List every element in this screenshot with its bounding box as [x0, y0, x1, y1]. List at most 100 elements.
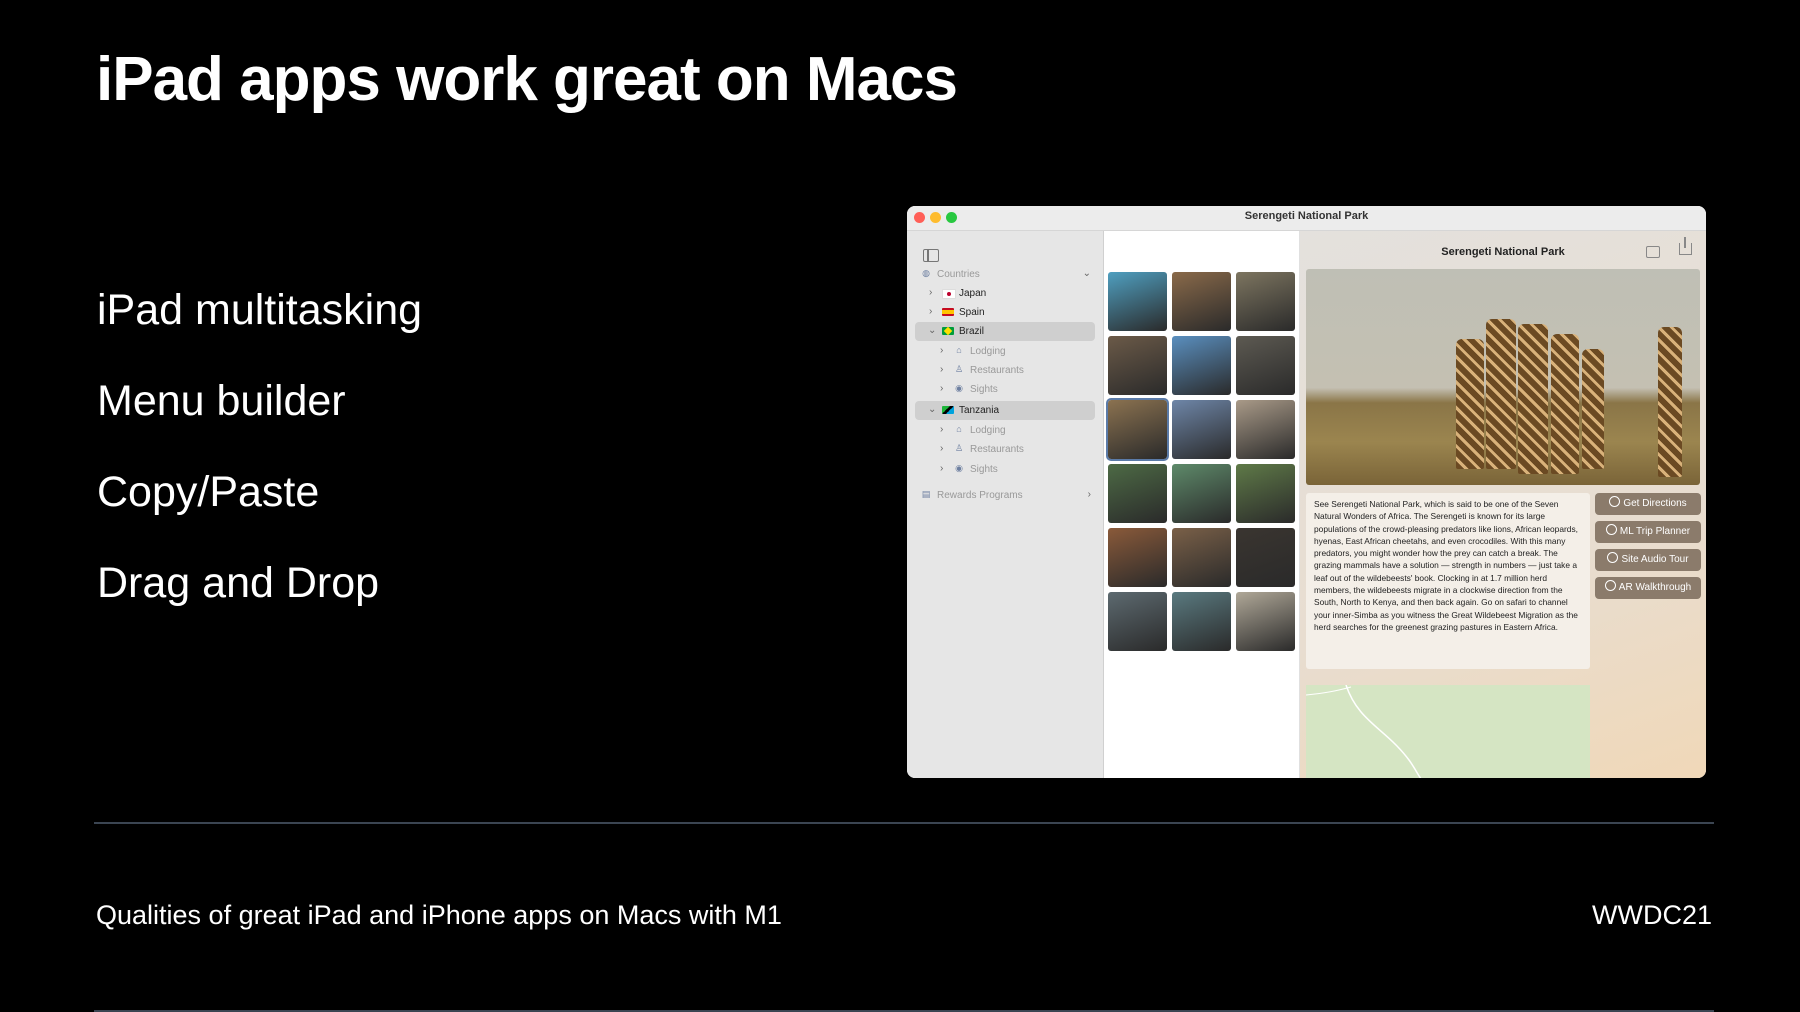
house-icon: ⌂: [956, 345, 962, 355]
eye-icon: ◉: [955, 383, 963, 393]
photo-thumbnail[interactable]: [1172, 528, 1231, 587]
giraffe-shape: [1456, 339, 1484, 469]
eye-icon: ◉: [955, 463, 963, 473]
action-buttons: Get Directions ML Trip Planner Site Audi…: [1595, 493, 1701, 605]
sidebar-subitem-sights[interactable]: › ◉ Sights: [915, 460, 1095, 479]
giraffe-shape: [1582, 349, 1604, 469]
hero-photo-giraffes: [1306, 269, 1700, 485]
photo-thumbnail[interactable]: [1236, 272, 1295, 331]
button-label: Get Directions: [1623, 498, 1687, 509]
slide-title: iPad apps work great on Macs: [96, 45, 958, 114]
bullet-item: Menu builder: [97, 377, 346, 425]
person-icon: [1605, 524, 1617, 535]
photo-thumbnail[interactable]: [1108, 464, 1167, 523]
photo-thumbnail[interactable]: [1172, 592, 1231, 651]
button-label: ML Trip Planner: [1619, 526, 1691, 537]
bullet-item: Drag and Drop: [97, 559, 380, 607]
chevron-down-icon: ⌄: [928, 404, 937, 415]
sidebar-subitem-label: Sights: [970, 384, 998, 395]
chevron-right-icon: ›: [940, 424, 944, 435]
sidebar-item-label: Japan: [959, 288, 987, 299]
chevron-right-icon: ›: [1087, 489, 1091, 500]
giraffe-shape: [1486, 319, 1516, 469]
sidebar-item-label: Spain: [959, 307, 985, 318]
printer-icon[interactable]: [1646, 246, 1660, 258]
sidebar-subitem-lodging[interactable]: › ⌂ Lodging: [915, 421, 1095, 440]
directions-icon: [1609, 496, 1621, 507]
ar-walkthrough-button[interactable]: AR Walkthrough: [1595, 577, 1701, 599]
photo-thumbnail[interactable]: [1108, 528, 1167, 587]
giraffe-shape: [1518, 324, 1548, 474]
photo-grid: [1104, 231, 1300, 778]
map-view[interactable]: [1306, 685, 1590, 778]
site-audio-tour-button[interactable]: Site Audio Tour: [1595, 549, 1701, 571]
sidebar-item-label: Brazil: [959, 326, 985, 337]
chevron-down-icon: ⌄: [928, 325, 937, 336]
spain-flag-icon: [942, 308, 954, 316]
window-title: Serengeti National Park: [1244, 210, 1369, 222]
detail-pane: Serengeti National Park See Serengeti Na…: [1300, 231, 1706, 778]
chevron-right-icon: ›: [929, 306, 933, 317]
sidebar-section-label: Rewards Programs: [937, 490, 1023, 501]
divider: [94, 822, 1714, 824]
chevron-right-icon: ›: [940, 443, 944, 454]
chevron-right-icon: ›: [940, 463, 944, 474]
sidebar-subitem-label: Lodging: [970, 425, 1006, 436]
event-label: WWDC21: [1592, 900, 1712, 930]
photo-thumbnail[interactable]: [1172, 464, 1231, 523]
photo-thumbnail[interactable]: [1236, 336, 1295, 395]
sidebar-section-rewards[interactable]: ▤ Rewards Programs ›: [915, 486, 1095, 505]
bullet-list: iPad multitasking Menu builder Copy/Past…: [97, 280, 422, 644]
photo-thumbnail[interactable]: [1236, 464, 1295, 523]
sidebar-subitem-sights[interactable]: › ◉ Sights: [915, 380, 1095, 399]
bullet-item: iPad multitasking: [97, 286, 423, 334]
brazil-flag-icon: [942, 327, 954, 335]
sidebar-subitem-lodging[interactable]: › ⌂ Lodging: [915, 342, 1095, 361]
sidebar-subitem-restaurants[interactable]: › ♙ Restaurants: [915, 440, 1095, 459]
sidebar-item-tanzania[interactable]: ⌄ Tanzania: [915, 401, 1095, 420]
photo-thumbnail[interactable]: [1106, 398, 1169, 461]
giraffe-shape: [1658, 327, 1682, 477]
sidebar-subitem-restaurants[interactable]: › ♙ Restaurants: [915, 361, 1095, 380]
sidebar-subitem-label: Restaurants: [970, 365, 1024, 376]
photo-thumbnail[interactable]: [1108, 336, 1167, 395]
sidebar: ◍ Countries ⌄ › Japan › Spain ⌄ Brazil ›…: [907, 231, 1104, 778]
sidebar-toggle-icon[interactable]: [923, 249, 939, 262]
window-titlebar: Serengeti National Park: [907, 206, 1706, 231]
app-window-screenshot: Serengeti National Park ◍ Countries ⌄ › …: [907, 206, 1706, 778]
share-icon[interactable]: [1679, 237, 1692, 255]
photo-thumbnail[interactable]: [1172, 272, 1231, 331]
photo-thumbnail[interactable]: [1108, 592, 1167, 651]
chevron-down-icon: ⌄: [1082, 268, 1091, 279]
sidebar-item-brazil[interactable]: ⌄ Brazil: [915, 322, 1095, 341]
photo-thumbnail[interactable]: [1236, 400, 1295, 459]
sidebar-item-spain[interactable]: › Spain: [915, 303, 1095, 322]
headphones-icon: [1607, 552, 1619, 563]
sidebar-section-countries[interactable]: ◍ Countries ⌄: [915, 265, 1095, 284]
house-icon: ⌂: [956, 424, 962, 434]
photo-thumbnail[interactable]: [1236, 528, 1295, 587]
tanzania-flag-icon: [942, 406, 954, 414]
giraffe-shape: [1551, 334, 1579, 474]
sidebar-item-japan[interactable]: › Japan: [915, 284, 1095, 303]
ar-icon: [1604, 580, 1616, 591]
photo-thumbnail[interactable]: [1172, 400, 1231, 459]
photo-thumbnail[interactable]: [1236, 592, 1295, 651]
chevron-right-icon: ›: [940, 345, 944, 356]
sidebar-subitem-label: Restaurants: [970, 444, 1024, 455]
globe-icon: ◍: [922, 268, 930, 278]
chevron-right-icon: ›: [929, 287, 933, 298]
person-icon: ♙: [954, 443, 964, 453]
ml-trip-planner-button[interactable]: ML Trip Planner: [1595, 521, 1701, 543]
person-icon: ♙: [954, 364, 964, 374]
japan-flag-icon: [942, 289, 956, 299]
chevron-right-icon: ›: [940, 364, 944, 375]
photo-thumbnail[interactable]: [1108, 272, 1167, 331]
sidebar-subitem-label: Lodging: [970, 346, 1006, 357]
get-directions-button[interactable]: Get Directions: [1595, 493, 1701, 515]
sidebar-section-label: Countries: [937, 269, 980, 280]
sidebar-item-label: Tanzania: [959, 405, 1000, 416]
session-title: Qualities of great iPad and iPhone apps …: [96, 900, 782, 930]
photo-thumbnail[interactable]: [1172, 336, 1231, 395]
map-roads: [1306, 685, 1422, 778]
